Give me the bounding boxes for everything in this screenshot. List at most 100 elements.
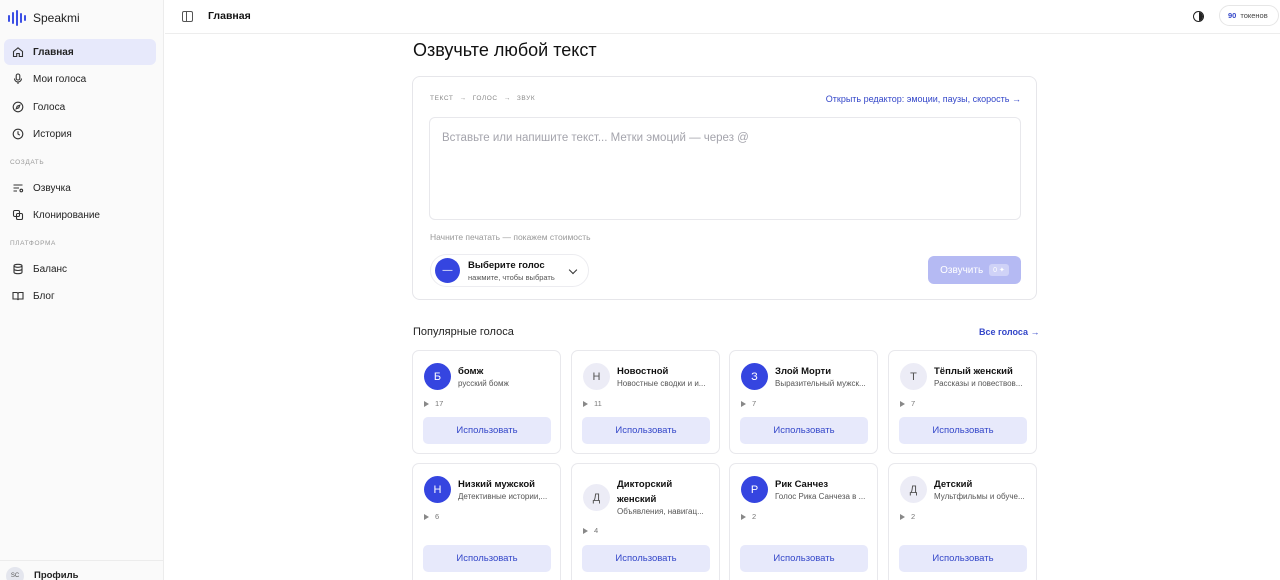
sidebar-item-voiceover[interactable]: Озвучка xyxy=(4,175,156,201)
sidebar-item-label: Мои голоса xyxy=(33,73,87,85)
compass-icon xyxy=(12,101,24,113)
play-icon xyxy=(741,513,746,520)
popular-voices-title: Популярные голоса xyxy=(413,326,514,338)
play-count: 6 xyxy=(424,512,439,521)
sidebar-item-label: Баланс xyxy=(33,263,68,275)
speak-button-label: Озвучить xyxy=(940,264,984,276)
voice-card[interactable]: Р Рик Санчез Голос Рика Санчеза в ... 2 Испо… xyxy=(729,463,878,580)
play-count: 7 xyxy=(900,399,915,408)
topbar: Главная 90 токенов xyxy=(165,0,1280,34)
voice-name: Злой Морти xyxy=(775,366,832,377)
play-icon xyxy=(900,400,905,407)
voice-description: Объявления, навигац... xyxy=(617,507,704,516)
database-icon xyxy=(13,263,23,275)
tokens-badge[interactable]: 90 токенов xyxy=(1219,5,1279,26)
play-count: 7 xyxy=(741,399,756,408)
voice-select-hint: нажмите, чтобы выбрать xyxy=(468,272,555,282)
app-logo[interactable]: Speakmi xyxy=(8,9,80,27)
sidebar-item-label: Блог xyxy=(33,290,55,302)
play-count-value: 7 xyxy=(752,399,757,408)
use-voice-button[interactable]: Использовать xyxy=(740,545,868,572)
play-count-value: 17 xyxy=(435,399,444,408)
avatar: SC xyxy=(6,566,24,580)
voice-description: Выразительный мужск... xyxy=(775,379,866,388)
text-input[interactable]: Вставьте или напишите текст... Метки эмо… xyxy=(429,117,1021,220)
voice-avatar: Д xyxy=(583,484,610,511)
open-editor-link[interactable]: Открыть редактор: эмоции, паузы, скорост… xyxy=(826,94,1021,104)
voice-avatar: — xyxy=(435,258,460,283)
use-voice-button[interactable]: Использовать xyxy=(423,545,551,572)
sidebar-item-history[interactable]: История xyxy=(4,121,156,147)
voice-card[interactable]: Д Дикторский женский Объявления, навигац..… xyxy=(571,463,720,580)
sidebar-item-blog[interactable]: Блог xyxy=(4,283,156,309)
play-count-value: 7 xyxy=(911,399,916,408)
all-voices-link[interactable]: Все голоса → xyxy=(979,327,1040,337)
play-icon xyxy=(583,400,588,407)
speak-cost-badge: 0 ✦ xyxy=(989,264,1009,276)
section-label-platform: ПЛАТФОРМА xyxy=(10,240,56,247)
chevron-down-icon xyxy=(568,265,578,275)
use-voice-button[interactable]: Использовать xyxy=(582,545,710,572)
sidebar-item-my-voices[interactable]: Мои голоса xyxy=(4,66,156,92)
sidebar-item-label: Главная xyxy=(33,46,74,58)
sidebar-item-balance[interactable]: Баланс xyxy=(4,256,156,282)
play-count: 11 xyxy=(583,399,602,408)
play-count-value: 11 xyxy=(594,399,602,408)
voice-card[interactable]: Н Новостной Новостные сводки и и... 11 Испол… xyxy=(571,350,720,454)
app-name: Speakmi xyxy=(33,11,80,25)
play-count-value: 6 xyxy=(435,512,440,521)
voice-card[interactable]: З Злой Морти Выразительный мужск... 7 Исполь… xyxy=(729,350,878,454)
breadcrumb: Главная xyxy=(208,10,251,22)
play-icon xyxy=(741,400,746,407)
voice-description: Детективные истории,... xyxy=(458,492,548,501)
voice-card[interactable]: Ббомж русский бомж 17 Использовать xyxy=(412,350,561,454)
copy-icon xyxy=(12,209,24,221)
voice-description: Рассказы и повествов... xyxy=(934,379,1023,388)
voice-card[interactable]: Т Тёплый женский Рассказы и повествов... 7 И… xyxy=(888,350,1037,454)
voice-description: русский бомж xyxy=(458,379,509,388)
play-count-value: 2 xyxy=(752,512,757,521)
voice-card[interactable]: Н Низкий мужской Детективные истории,... 6 И… xyxy=(412,463,561,580)
steps-indicator: ТЕКСТ → ГОЛОС → ЗВУК xyxy=(430,95,535,102)
sidebar-item-label: Клонирование xyxy=(33,209,100,221)
list-icon xyxy=(13,184,24,193)
use-voice-button[interactable]: Использовать xyxy=(740,417,868,444)
voice-select[interactable]: — Выберите голос нажмите, чтобы выбрать xyxy=(430,254,589,287)
voice-avatar: Д xyxy=(900,476,927,503)
voice-name: Детский xyxy=(934,479,973,490)
sidebar-item-label: Голоса xyxy=(33,101,66,113)
mic-icon xyxy=(13,73,23,84)
voice-name: бомж xyxy=(458,366,484,377)
play-count-value: 2 xyxy=(911,512,916,521)
sidebar-item-home[interactable]: Главная xyxy=(4,39,156,65)
editor-card: ТЕКСТ → ГОЛОС → ЗВУК Открыть редактор: э… xyxy=(412,76,1037,300)
step-arrow: → xyxy=(459,95,467,102)
voice-name: Тёплый женский xyxy=(934,366,1013,377)
use-voice-button[interactable]: Использовать xyxy=(899,545,1027,572)
use-voice-button[interactable]: Использовать xyxy=(899,417,1027,444)
cost-hint: Начните печатать — покажем стоимость xyxy=(430,232,591,242)
voice-card[interactable]: Д Детский Мультфильмы и обуче... 2 Использов… xyxy=(888,463,1037,580)
profile-label: Профиль xyxy=(34,570,79,580)
play-count: 2 xyxy=(741,512,756,521)
home-icon xyxy=(12,47,24,58)
sidebar-item-voices[interactable]: Голоса xyxy=(4,94,156,120)
voice-avatar: З xyxy=(741,363,768,390)
page-title: Озвучьте любой текст xyxy=(413,40,597,60)
sidebar-item-label: История xyxy=(33,128,72,140)
speak-button[interactable]: Озвучить 0 ✦ xyxy=(928,256,1021,284)
profile-link[interactable]: SC Профиль xyxy=(0,560,164,580)
voice-description: Голос Рика Санчеза в ... xyxy=(775,492,866,501)
play-icon xyxy=(424,400,429,407)
book-icon xyxy=(12,291,24,301)
use-voice-button[interactable]: Использовать xyxy=(423,417,551,444)
voice-name: Рик Санчез xyxy=(775,479,829,490)
tokens-value: 90 xyxy=(1228,11,1237,20)
voice-avatar: Н xyxy=(424,476,451,503)
voice-description: Новостные сводки и и... xyxy=(617,379,706,388)
step-voice: ГОЛОС xyxy=(472,95,498,102)
theme-toggle-icon[interactable] xyxy=(1193,11,1204,22)
sidebar-toggle-icon[interactable] xyxy=(182,11,193,22)
use-voice-button[interactable]: Использовать xyxy=(582,417,710,444)
sidebar-item-cloning[interactable]: Клонирование xyxy=(4,202,156,228)
